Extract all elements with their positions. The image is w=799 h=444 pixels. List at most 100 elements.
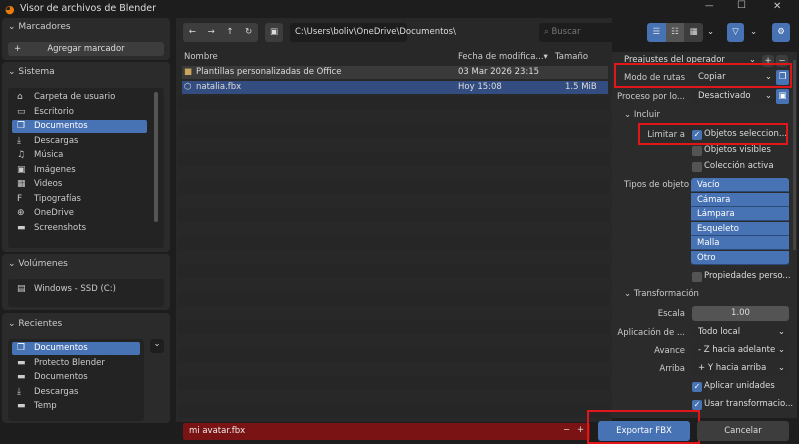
volumes-title[interactable]: ⌄ Volúmenes [8,259,68,269]
active-collection-checkbox[interactable] [692,162,702,172]
batch-label: Proceso por lo... [616,92,685,102]
minimize-button[interactable]: — [705,1,714,11]
sidebar-item-label: Música [34,150,64,160]
folder-icon: ■ [184,67,193,77]
custom-props-checkbox[interactable] [692,272,702,282]
close-button[interactable]: ✕ [773,1,781,12]
sidebar-item[interactable]: ▦ Videos [12,178,147,191]
object-type-toggle[interactable]: Otro [691,250,789,265]
bookmarks-title[interactable]: ⌄ Marcadores [8,22,71,32]
forward-select[interactable]: - Z hacia adelante ⌄ [692,343,789,358]
parent-dir-icon[interactable]: ↑ [226,23,233,42]
sidebar-item[interactable]: ♫ Música [12,149,147,162]
apply-units-checkbox[interactable]: ✓ [692,382,702,392]
thumbnails-icon[interactable]: ▦ [684,23,703,42]
include-section-header[interactable]: ⌄ Incluir [624,110,660,120]
list-vertical-icon[interactable]: ☰ [647,23,666,42]
bookmarks-panel: ⌄ Marcadores + Agregar marcador [2,18,170,60]
volume-item-c[interactable]: ▤ Windows - SSD (C:) [12,283,147,296]
settings-gear-button[interactable]: ⚙ [772,23,790,42]
folder-icon: F [17,193,23,204]
display-dropdown-icon[interactable]: ⌄ [707,27,714,37]
recent-title-label: Recientes [18,319,63,329]
recent-menu-button[interactable]: ⌄ [150,339,164,353]
recent-item-label: Descargas [34,386,79,397]
list-horizontal-icon[interactable]: ☷ [665,23,685,42]
chevron-down-icon: ⌄ [777,345,785,355]
file-name: Plantillas personalizadas de Office [196,67,342,77]
object-type-toggle[interactable]: Vacío [691,178,789,192]
add-bookmark-button[interactable]: + Agregar marcador [8,42,164,56]
object-type-toggle[interactable]: Cámara [691,192,789,207]
refresh-icon[interactable]: ↻ [245,23,252,42]
file-row-selected[interactable]: ⬡ natalia.fbx Hoy 15:08 1.5 MiB [182,81,608,94]
transform-section-header[interactable]: ⌄ Transformación [624,289,699,299]
visible-objects-checkbox[interactable] [692,146,702,156]
object-type-toggle[interactable]: Malla [691,236,789,250]
sidebar-item-label: OneDrive [34,208,74,218]
system-scrollbar[interactable] [154,92,158,222]
include-title: Incluir [633,110,661,120]
sidebar-item[interactable]: ⌂ Carpeta de usuario [12,91,147,104]
row-stripe [178,376,610,390]
decrement-icon[interactable]: − [563,425,570,435]
recent-item[interactable]: ▬ Temp [12,400,140,413]
sidebar-item[interactable]: F Tipografías [12,193,147,206]
batch-folder-button[interactable]: ▣ [776,89,789,104]
visible-objects-label: Objetos visibles [704,145,771,155]
file-date: 03 Mar 2026 23:15 [458,67,540,77]
object-type-toggle[interactable]: Esqueleto [691,221,789,236]
batch-select[interactable]: Desactivado ⌄ [692,89,776,104]
column-date[interactable]: Fecha de modifica...▾ [458,52,548,62]
folder-icon: ❐ [17,343,26,353]
sidebar-item[interactable]: ⊕ OneDrive [12,207,147,220]
apply-units-label: Aplicar unidades [704,381,775,391]
row-stripe [178,208,610,222]
cancel-button[interactable]: Cancelar [697,421,789,441]
file-row[interactable]: ■ Plantillas personalizadas de Office 03… [182,66,608,79]
sidebar-item[interactable]: ⤓ Descargas [12,135,147,148]
column-size[interactable]: Tamaño [555,52,588,62]
maximize-button[interactable]: ☐ [737,0,746,11]
folder-icon: ⊕ [17,208,25,218]
chevron-down-icon: ⌄ [777,363,785,373]
sidebar-item[interactable]: ❐ Documentos [12,120,147,133]
up-select[interactable]: + Y hacia arriba ⌄ [692,361,789,376]
recent-item[interactable]: ⤓ Descargas [12,386,140,399]
sidebar-item[interactable]: ▬ Screenshots [12,222,147,235]
use-transform-checkbox[interactable]: ✓ [692,400,702,410]
path-input[interactable]: C:\Users\boliv\OneDrive\Documentos\ [290,23,456,42]
search-field[interactable]: ⌕ Buscar [539,23,639,42]
filename-input[interactable]: mi avatar.fbx − + [183,423,590,440]
recent-title[interactable]: ⌄ Recientes [8,319,62,329]
batch-value: Desactivado [698,91,751,101]
sidebar-item[interactable]: ▣ Imágenes [12,164,147,177]
new-folder-button[interactable]: ▣ [265,23,283,42]
row-stripe [178,96,610,110]
recent-item[interactable]: ❐ Documentos [12,342,140,355]
object-type-toggle[interactable]: Lámpara [691,207,789,221]
filter-dropdown-icon[interactable]: ⌄ [750,27,757,37]
forward-icon[interactable]: → [208,23,215,42]
scale-field[interactable]: 1.00 [692,306,789,321]
system-title[interactable]: ⌄ Sistema [8,67,55,77]
apply-scaling-select[interactable]: Todo local ⌄ [692,325,789,340]
bookmarks-title-label: Marcadores [18,22,71,32]
column-name[interactable]: Nombre [184,52,218,62]
display-mode-group: ☰ ☷ ▦ [647,23,703,42]
filter-button[interactable]: ▽ [727,23,744,42]
options-scrollbar[interactable] [793,60,796,250]
folder-icon: ▬ [17,401,26,411]
highlight-limit [638,123,788,145]
apply-scaling-label: Aplicación de ... [617,328,685,338]
file-size: 1.5 MiB [565,82,597,92]
recent-item[interactable]: ▬ Protecto Blender [12,357,140,370]
sidebar-item[interactable]: ▭ Escritorio [12,106,147,119]
back-icon[interactable]: ← [189,23,196,42]
filename-value: mi avatar.fbx [189,426,246,436]
drive-icon: ▤ [17,284,26,294]
chevron-down-icon: ⌄ [777,327,785,337]
recent-item[interactable]: ▬ Documentos [12,371,140,384]
increment-icon[interactable]: + [577,425,584,435]
forward-value: - Z hacia adelante [698,345,776,355]
